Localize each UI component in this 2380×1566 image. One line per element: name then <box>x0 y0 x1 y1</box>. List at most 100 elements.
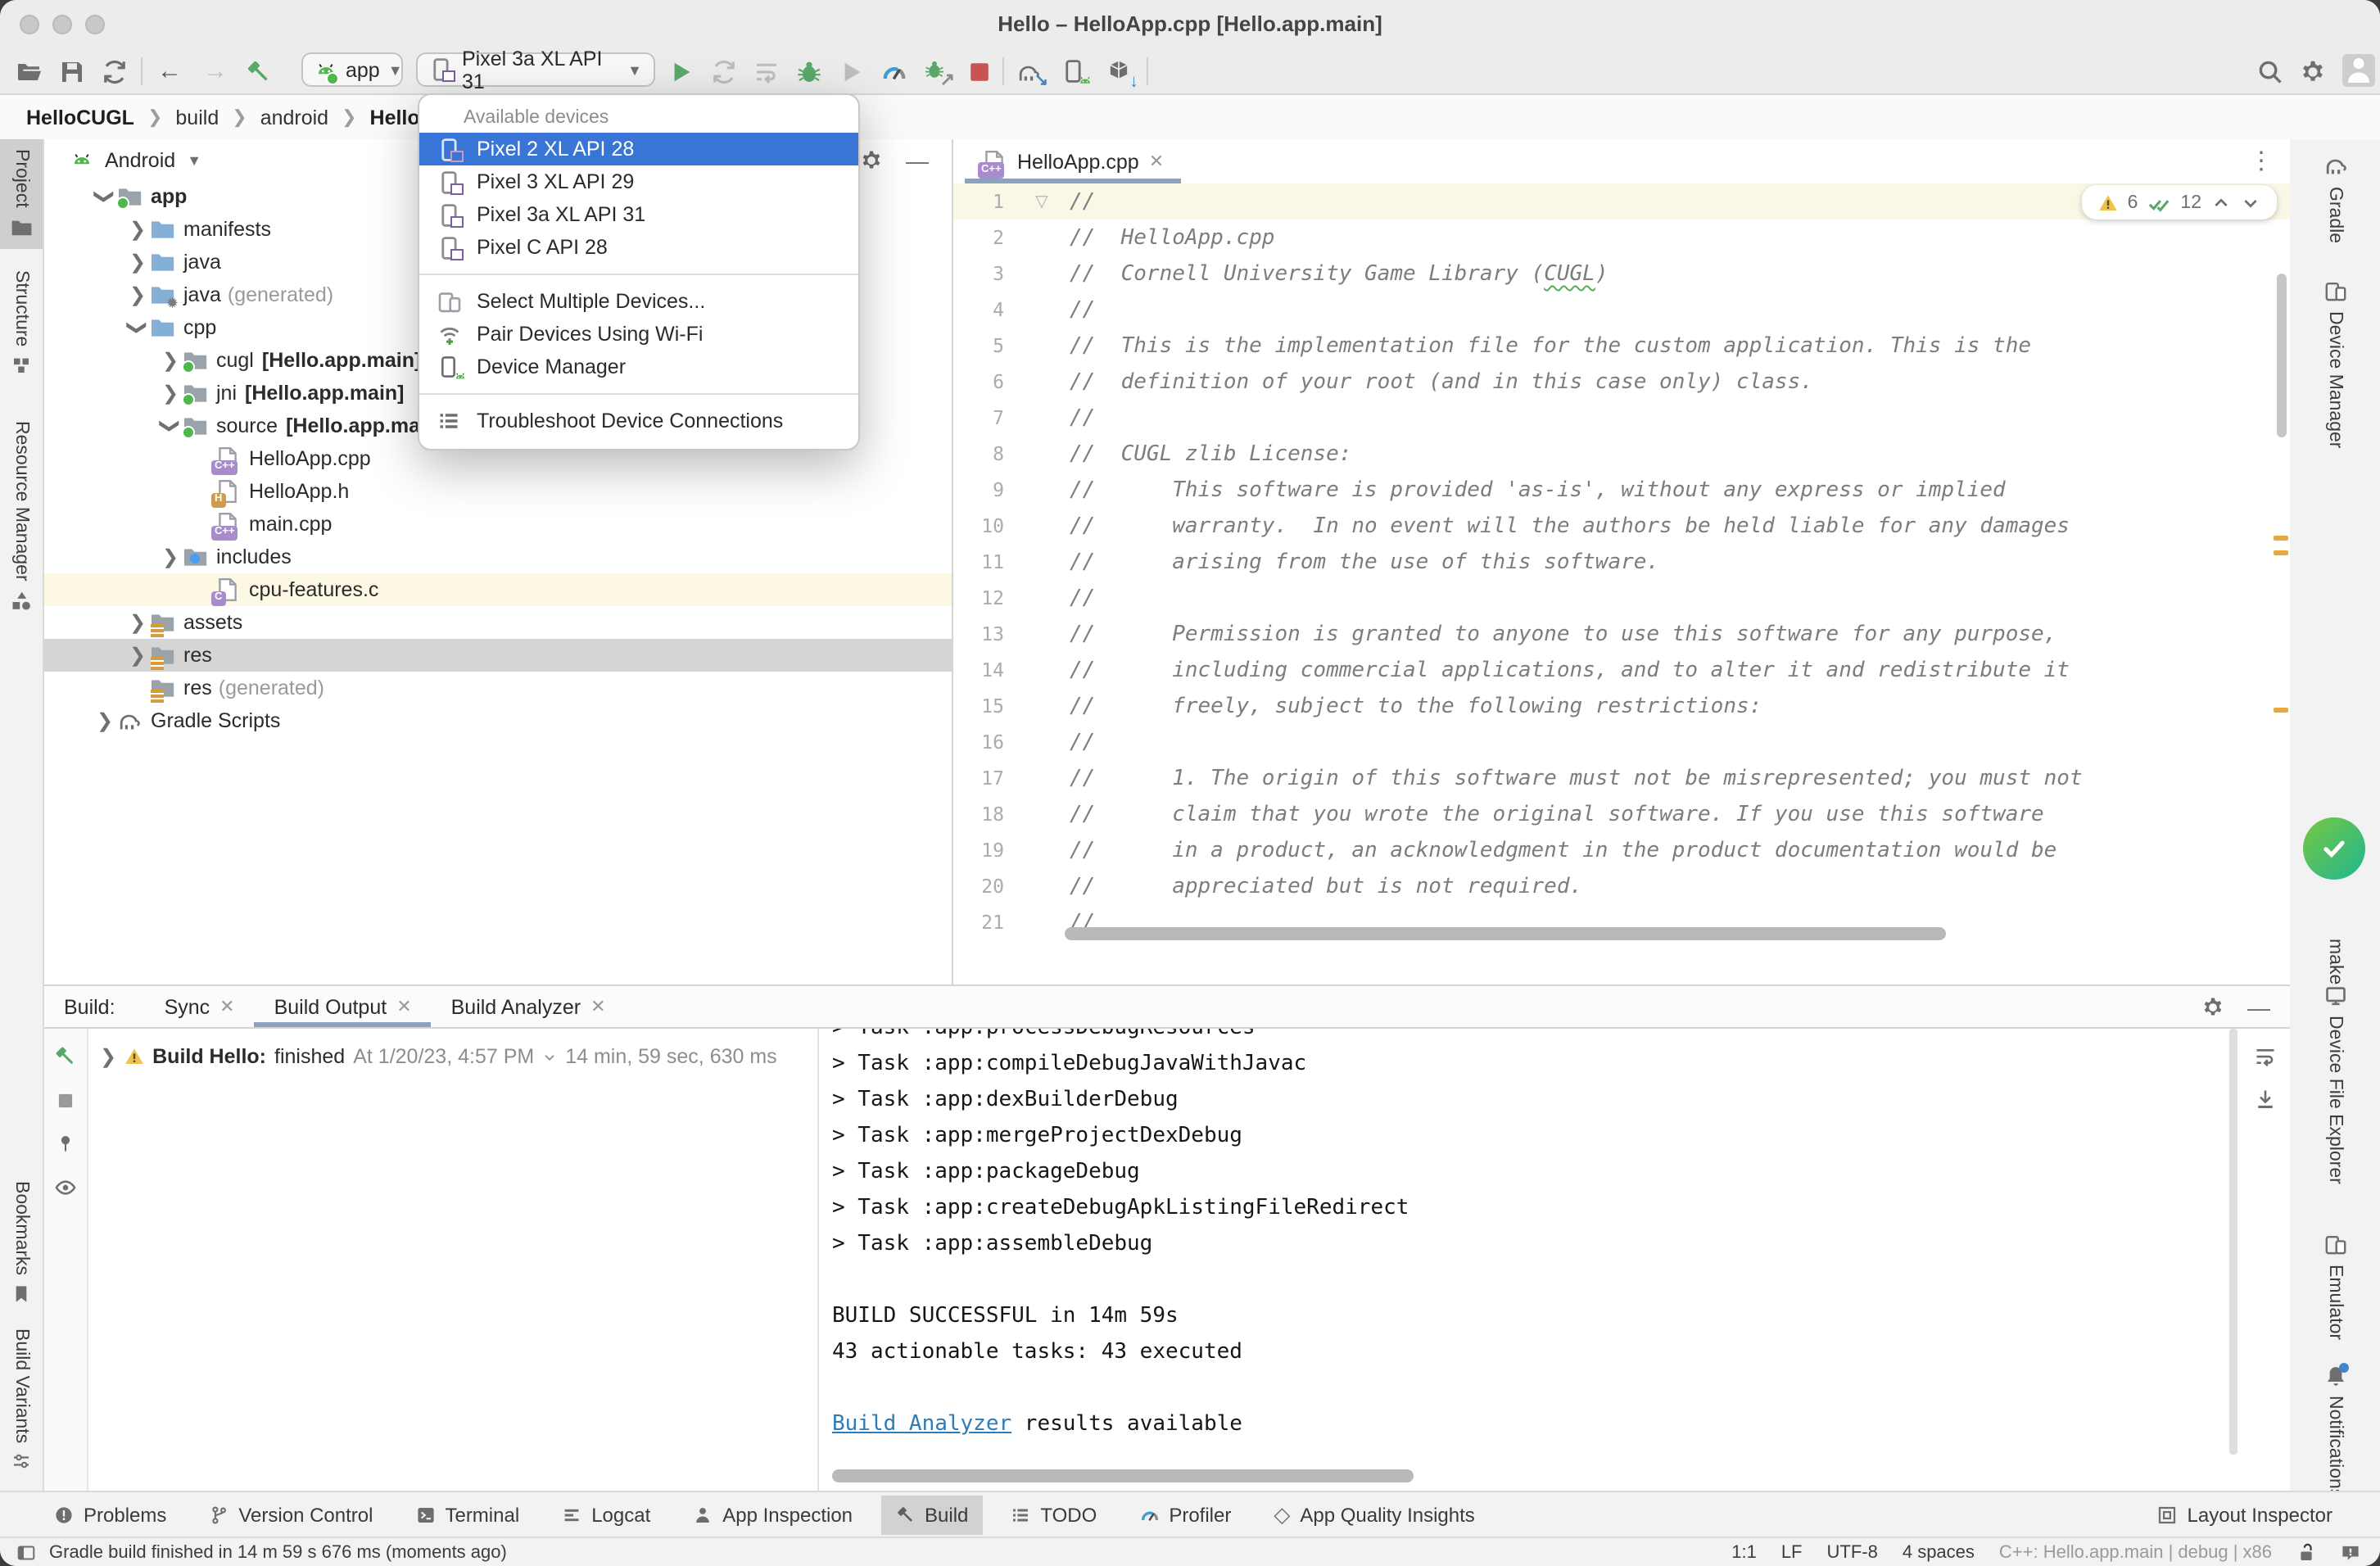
build-success-badge[interactable] <box>2303 817 2365 880</box>
device-option-pixel-3-xl[interactable]: Pixel 3 XL API 29 <box>419 165 858 198</box>
tab-build-analyzer[interactable]: Build Analyzer✕ <box>432 986 626 1027</box>
close-tab-icon[interactable]: ✕ <box>396 996 411 1017</box>
tab-helloapp-cpp[interactable]: C++ HelloApp.cpp ✕ <box>965 139 1180 183</box>
chevron-collapsed-icon[interactable]: ❯ <box>126 251 149 274</box>
soft-wrap-icon[interactable] <box>2254 1045 2277 1068</box>
sync-button[interactable] <box>102 56 128 87</box>
chevron-collapsed-icon[interactable]: ❯ <box>159 349 182 372</box>
back-button[interactable]: ← <box>157 56 182 87</box>
build-hammer-icon[interactable] <box>54 1045 77 1068</box>
profiler-button[interactable] <box>881 56 907 87</box>
toolbar-item-todo[interactable]: TODO <box>996 1496 1111 1535</box>
lock-icon[interactable] <box>2296 1542 2316 1562</box>
sidebar-item-bookmarks[interactable]: Bookmarks <box>0 1181 43 1303</box>
chevron-down-icon[interactable] <box>2241 192 2260 212</box>
chevron-collapsed-icon[interactable]: ❯ <box>159 382 182 405</box>
chevron-collapsed-icon[interactable]: ❯ <box>126 611 149 634</box>
gradle-sync-button[interactable]: ↘ <box>1016 56 1043 87</box>
line-ending[interactable]: LF <box>1781 1542 1803 1562</box>
toolbar-item-version-control[interactable]: Version Control <box>194 1496 387 1535</box>
chevron-expanded-icon[interactable]: ❯ <box>159 414 182 437</box>
menu-item-troubleshoot-device-connections[interactable]: Troubleshoot Device Connections <box>419 405 858 437</box>
tool-window-toggle-icon[interactable] <box>16 1542 36 1562</box>
warning-stripe-mark[interactable] <box>2274 708 2288 713</box>
gear-icon[interactable] <box>2201 995 2224 1018</box>
build-console[interactable]: > Task :app:processDebugResources > Task… <box>817 1029 2290 1492</box>
tab-build-output[interactable]: Build Output✕ <box>255 986 432 1027</box>
device-option-pixel-2-xl[interactable]: Pixel 2 XL API 28 <box>419 133 858 165</box>
chevron-up-icon[interactable] <box>2211 192 2231 212</box>
device-manager-button[interactable] <box>1061 56 1088 87</box>
file-encoding[interactable]: UTF-8 <box>1827 1542 1878 1562</box>
tree-item-assets[interactable]: ❯ assets <box>44 606 952 639</box>
scroll-to-end-icon[interactable] <box>2254 1088 2277 1111</box>
toolbar-item-app-quality-insights[interactable]: ◇ App Quality Insights <box>1259 1494 1489 1537</box>
apply-changes-button[interactable] <box>711 56 737 87</box>
device-selector[interactable]: Pixel 3a XL API 31 ▼ <box>416 52 655 87</box>
console-vertical-scrollbar[interactable] <box>2229 1029 2237 1455</box>
project-view-selector[interactable]: Android <box>105 149 175 172</box>
tree-item-includes[interactable]: ❯ includes <box>44 541 952 573</box>
device-option-pixel-3a-xl[interactable]: Pixel 3a XL API 31 <box>419 198 858 231</box>
build-result-row[interactable]: ❯ Build Hello: finished At 1/20/23, 4:57… <box>100 1039 817 1075</box>
console-horizontal-scrollbar[interactable] <box>832 1469 1414 1482</box>
breadcrumb-item[interactable]: Hello <box>370 106 420 129</box>
tab-sync[interactable]: Sync✕ <box>145 986 255 1027</box>
chevron-expanded-icon[interactable]: ❯ <box>126 316 149 339</box>
save-all-button[interactable] <box>59 56 85 87</box>
sidebar-item-emulator[interactable]: Emulator <box>2290 1233 2380 1340</box>
sidebar-item-device-file-explorer[interactable]: Device File Explorer <box>2290 984 2380 1184</box>
toolbar-item-profiler[interactable]: Profiler <box>1124 1496 1246 1535</box>
toolbar-item-problems[interactable]: Problems <box>39 1496 181 1535</box>
sidebar-item-build-variants[interactable]: Build Variants <box>0 1328 43 1471</box>
debug-button[interactable] <box>796 56 822 87</box>
tree-item-gradle-scripts[interactable]: ❯ Gradle Scripts <box>44 704 952 737</box>
stop-icon[interactable] <box>56 1091 75 1111</box>
sidebar-item-device-manager[interactable]: Device Manager <box>2290 280 2380 448</box>
warning-stripe-mark[interactable] <box>2274 550 2288 555</box>
open-file-button[interactable] <box>16 56 43 87</box>
attach-debugger-button[interactable]: ↗ <box>924 56 950 87</box>
toolbar-item-layout-inspector[interactable]: Layout Inspector <box>2143 1496 2347 1535</box>
menu-item-pair-devices-wifi[interactable]: Pair Devices Using Wi-Fi <box>419 318 858 351</box>
breadcrumb-item[interactable]: HelloCUGL <box>26 106 134 129</box>
menu-item-device-manager[interactable]: Device Manager <box>419 351 858 383</box>
warning-stripe-mark[interactable] <box>2274 536 2288 541</box>
avatar[interactable] <box>2342 54 2375 87</box>
build-hammer-button[interactable] <box>246 56 272 87</box>
sidebar-item-resource-manager[interactable]: Resource Manager <box>0 421 43 613</box>
sidebar-item-project[interactable]: Project <box>0 139 43 249</box>
build-analyzer-link[interactable]: Build Analyzer <box>832 1412 1011 1437</box>
close-tab-icon[interactable]: ✕ <box>1149 151 1164 172</box>
chevron-expanded-icon[interactable]: ❯ <box>93 185 116 208</box>
indent-setting[interactable]: 4 spaces <box>1903 1542 1975 1562</box>
tree-item-cpu-features[interactable]: C cpu-features.c <box>44 573 952 606</box>
fold-marker-icon[interactable]: ▽ <box>1014 192 1070 210</box>
toolbar-item-logcat[interactable]: Logcat <box>547 1496 665 1535</box>
chevron-collapsed-icon[interactable]: ❯ <box>93 709 116 732</box>
sidebar-item-gradle[interactable]: Gradle <box>2290 152 2380 243</box>
search-everywhere-button[interactable] <box>2257 56 2283 87</box>
toolbar-item-terminal[interactable]: Terminal <box>400 1496 534 1535</box>
settings-button[interactable] <box>2300 56 2326 87</box>
tree-item-helloapp-h[interactable]: H HelloApp.h <box>44 475 952 508</box>
tree-item-res-generated[interactable]: res (generated) <box>44 672 952 704</box>
breadcrumb-item[interactable]: build <box>175 106 219 129</box>
toolbar-item-build[interactable]: Build <box>880 1496 983 1535</box>
sdk-manager-button[interactable]: ↓ <box>1107 56 1133 87</box>
run-button[interactable] <box>668 56 695 87</box>
close-tab-icon[interactable]: ✕ <box>219 996 234 1017</box>
editor-content[interactable]: 1▽// 2// HelloApp.cpp 3// Cornell Univer… <box>953 183 2290 984</box>
chevron-collapsed-icon[interactable]: ❯ <box>126 644 149 667</box>
status-message[interactable]: Gradle build finished in 14 m 59 s 676 m… <box>49 1542 507 1562</box>
preview-eye-icon[interactable] <box>54 1176 77 1199</box>
chevron-collapsed-icon[interactable]: ❯ <box>126 218 149 241</box>
forward-button[interactable]: → <box>203 56 228 87</box>
inspection-widget[interactable]: 6 12 <box>2082 185 2277 220</box>
breadcrumb-item[interactable]: android <box>260 106 328 129</box>
notification-balloon-icon[interactable] <box>2341 1542 2360 1562</box>
sidebar-item-make[interactable]: make <box>2290 939 2380 984</box>
hide-panel-button[interactable]: — <box>906 147 929 174</box>
pin-icon[interactable] <box>56 1134 75 1153</box>
caret-position[interactable]: 1:1 <box>1731 1542 1757 1562</box>
